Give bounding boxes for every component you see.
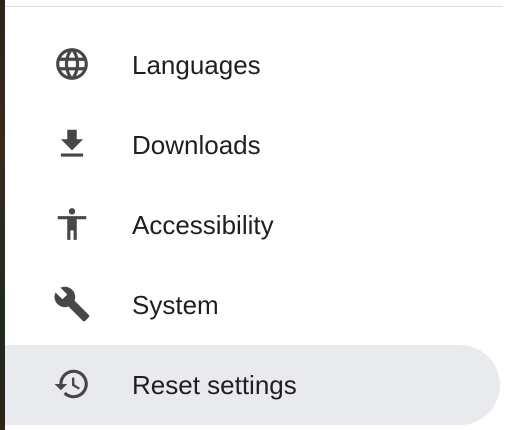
sidebar-item-system[interactable]: System bbox=[5, 265, 500, 345]
right-edge bbox=[505, 0, 526, 430]
globe-icon bbox=[53, 45, 91, 83]
sidebar-item-label: System bbox=[132, 290, 219, 320]
sidebar-item-languages[interactable]: Languages bbox=[5, 25, 500, 105]
sidebar-item-label: Downloads bbox=[132, 130, 261, 160]
sidebar-item-label: Reset settings bbox=[132, 370, 297, 400]
sidebar-item-label: Accessibility bbox=[132, 210, 274, 240]
sidebar-item-reset-settings[interactable]: Reset settings bbox=[5, 345, 500, 425]
history-icon bbox=[53, 365, 91, 403]
settings-nav-menu: Languages Downloads Accessibility System bbox=[5, 25, 500, 425]
sidebar-item-downloads[interactable]: Downloads bbox=[5, 105, 500, 185]
sidebar-item-label: Languages bbox=[132, 50, 261, 80]
accessibility-icon bbox=[53, 205, 91, 243]
top-divider bbox=[5, 6, 503, 7]
wrench-icon bbox=[53, 285, 91, 323]
download-icon bbox=[53, 125, 91, 163]
sidebar-item-accessibility[interactable]: Accessibility bbox=[5, 185, 500, 265]
